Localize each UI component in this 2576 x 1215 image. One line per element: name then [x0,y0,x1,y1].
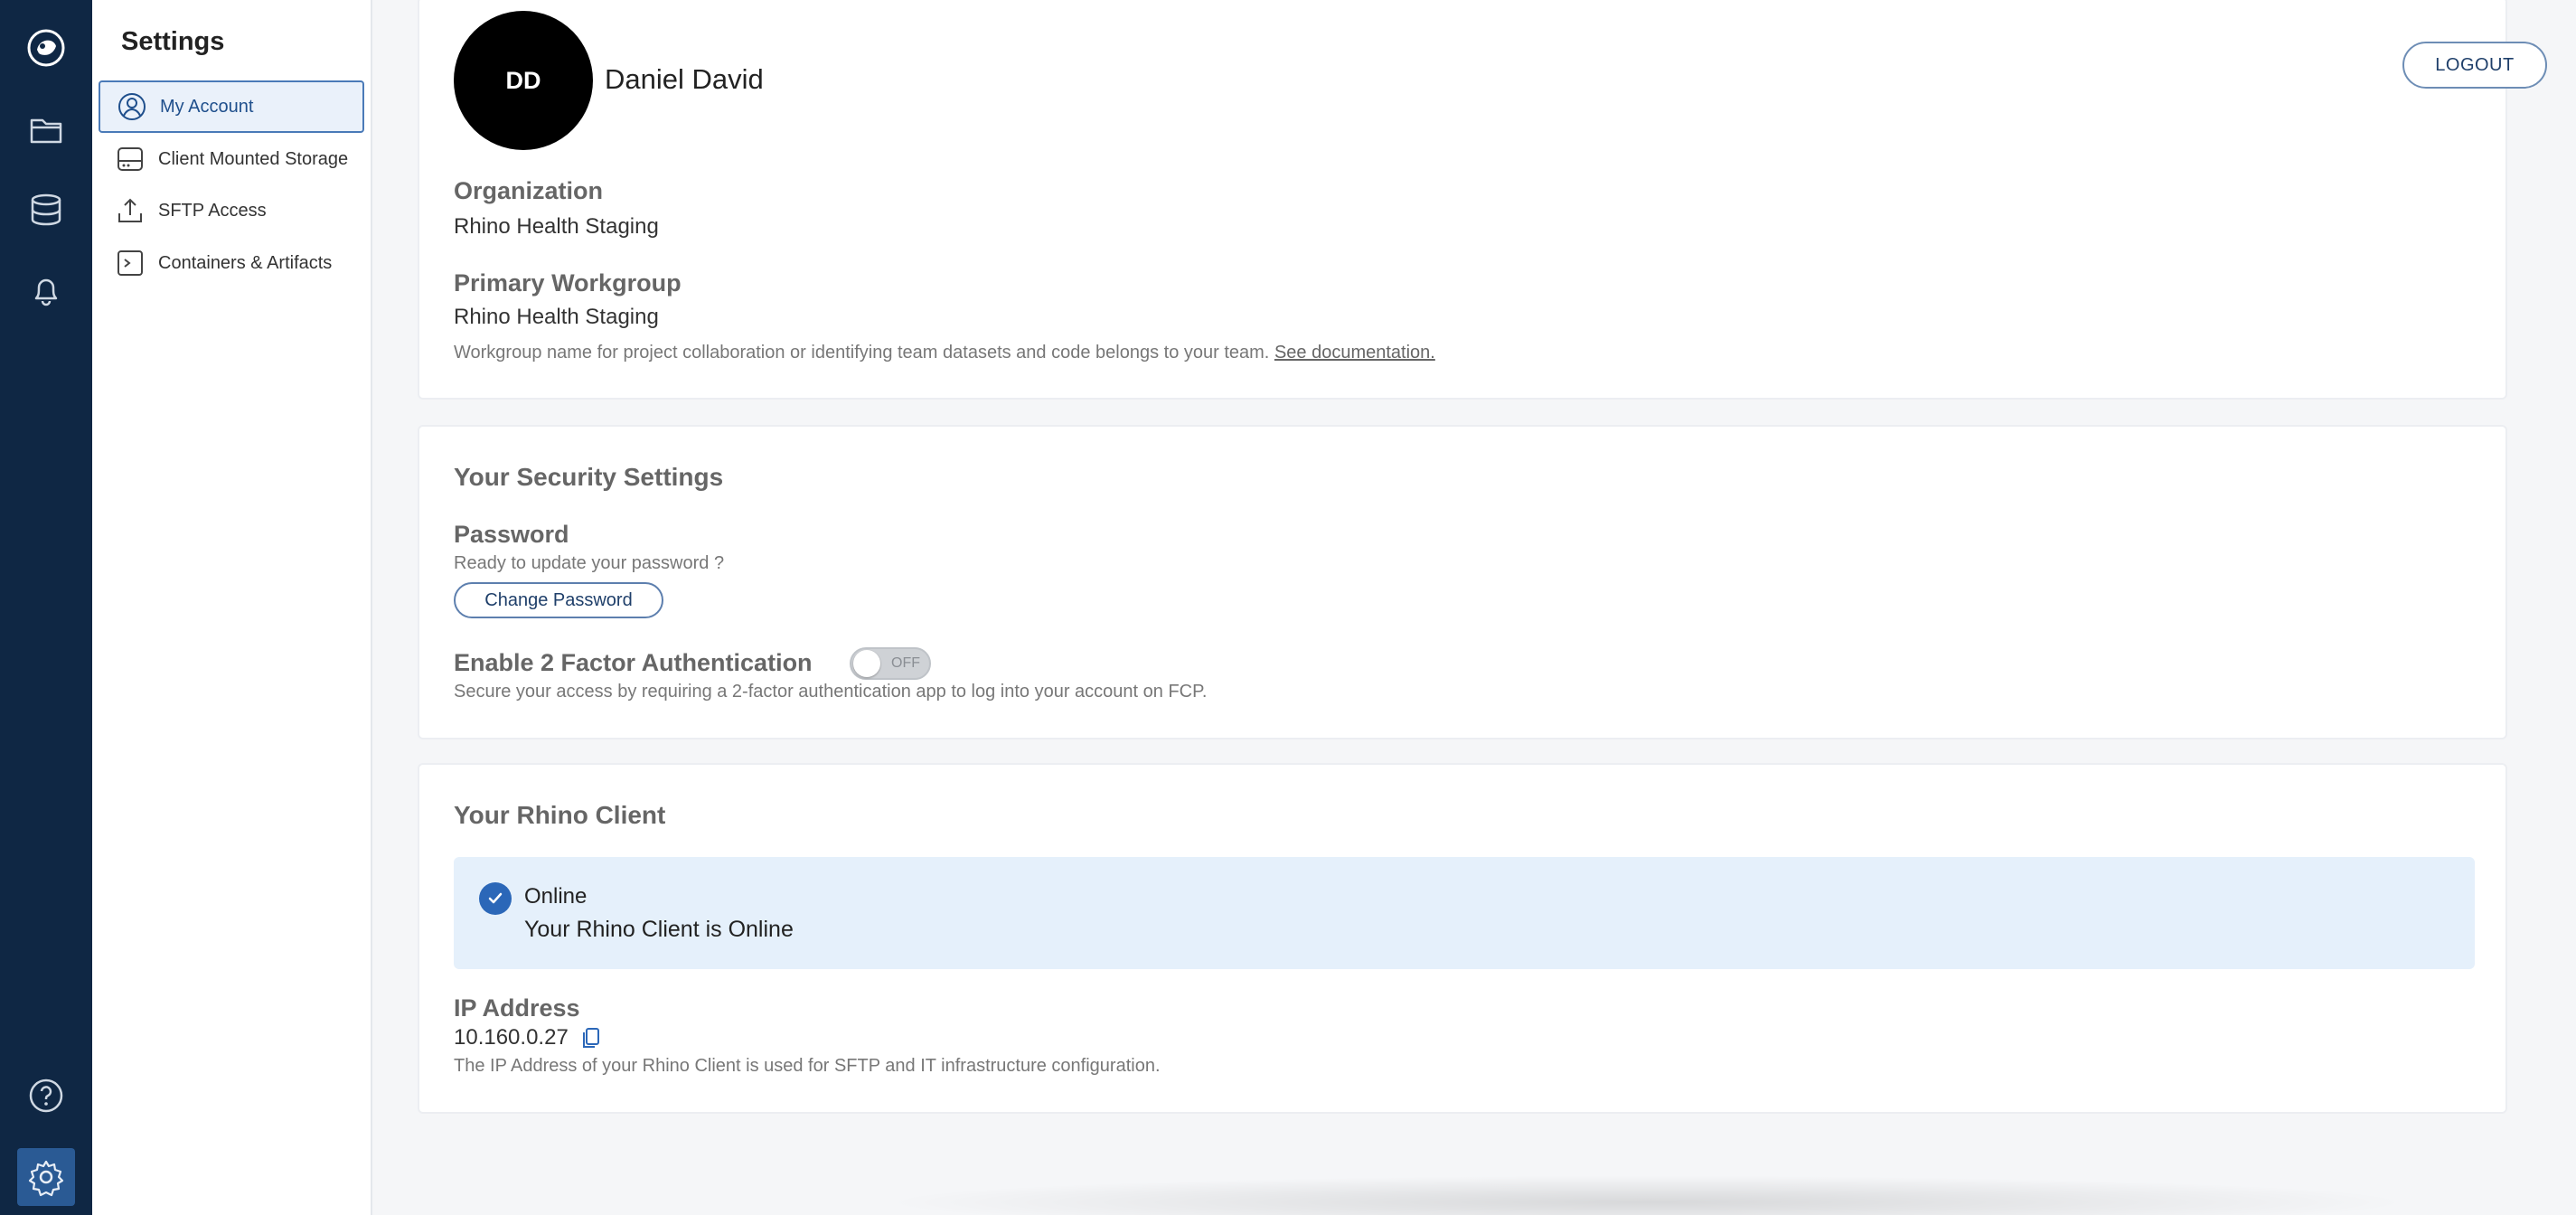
upload-icon [115,195,146,226]
twofa-toggle[interactable]: OFF [850,647,931,680]
main-content: DD Daniel David LOGOUT Organization Rhin… [372,0,2576,1215]
workgroup-label: Primary Workgroup [454,269,682,297]
sidebar-item-my-account[interactable]: My Account [99,80,364,133]
see-documentation-link[interactable]: See documentation. [1274,343,1435,363]
workgroup-hint: Workgroup name for project collaboration… [454,343,1435,363]
sidebar-item-label: Containers & Artifacts [158,252,333,273]
toggle-knob [853,650,880,677]
organization-label: Organization [454,177,604,204]
sidebar-title: Settings [121,27,225,56]
twofa-label: Enable 2 Factor Authentication [454,649,813,676]
organization-value: Rhino Health Staging [454,214,659,239]
sidebar-item-label: My Account [160,96,254,117]
bell-icon[interactable] [20,265,72,317]
sidebar-item-label: SFTP Access [158,200,267,221]
security-title: Your Security Settings [454,463,724,491]
settings-sidebar: Settings My Account Client Mounted Stora… [92,0,372,1215]
ip-hint: The IP Address of your Rhino Client is u… [454,1056,1161,1076]
sidebar-item-client-mounted-storage[interactable]: Client Mounted Storage [99,133,364,185]
password-hint: Ready to update your password ? [454,553,725,573]
settings-gear-icon[interactable] [17,1148,75,1206]
workgroup-value: Rhino Health Staging [454,305,659,329]
app-nav-rail [0,0,92,1215]
help-icon[interactable] [20,1069,72,1122]
logout-button[interactable]: LOGOUT [2402,42,2547,89]
terminal-icon [115,248,146,278]
account-card: DD Daniel David LOGOUT Organization Rhin… [418,0,2547,400]
ip-label: IP Address [454,994,580,1022]
twofa-hint: Secure your access by requiring a 2-fact… [454,682,1208,702]
ip-value: 10.160.0.27 [454,1025,569,1050]
ip-row: 10.160.0.27 [454,1025,601,1050]
folder-icon[interactable] [20,103,72,155]
sidebar-item-sftp-access[interactable]: SFTP Access [99,184,364,237]
client-status-desc: Your Rhino Client is Online [524,917,794,942]
copy-icon[interactable] [581,1027,601,1050]
user-circle-icon [117,91,147,122]
logo-icon[interactable] [20,22,72,74]
avatar: DD [454,11,593,150]
sidebar-item-containers-artifacts[interactable]: Containers & Artifacts [99,237,364,289]
password-label: Password [454,521,569,548]
hard-drive-icon [115,144,146,174]
bottom-shadow [879,1175,2415,1215]
client-status-box: Online Your Rhino Client is Online [454,857,2475,969]
rhino-client-card: Your Rhino Client Online Your Rhino Clie… [418,763,2507,1114]
sidebar-item-label: Client Mounted Storage [158,148,349,169]
security-card: Your Security Settings Password Ready to… [418,425,2507,739]
client-status-title: Online [524,884,588,909]
client-title: Your Rhino Client [454,801,666,829]
change-password-button[interactable]: Change Password [454,582,663,618]
user-name: Daniel David [605,63,764,95]
workgroup-hint-text: Workgroup name for project collaboration… [454,343,1270,363]
check-circle-icon [479,882,512,915]
database-icon[interactable] [20,184,72,236]
toggle-state-text: OFF [891,655,920,671]
